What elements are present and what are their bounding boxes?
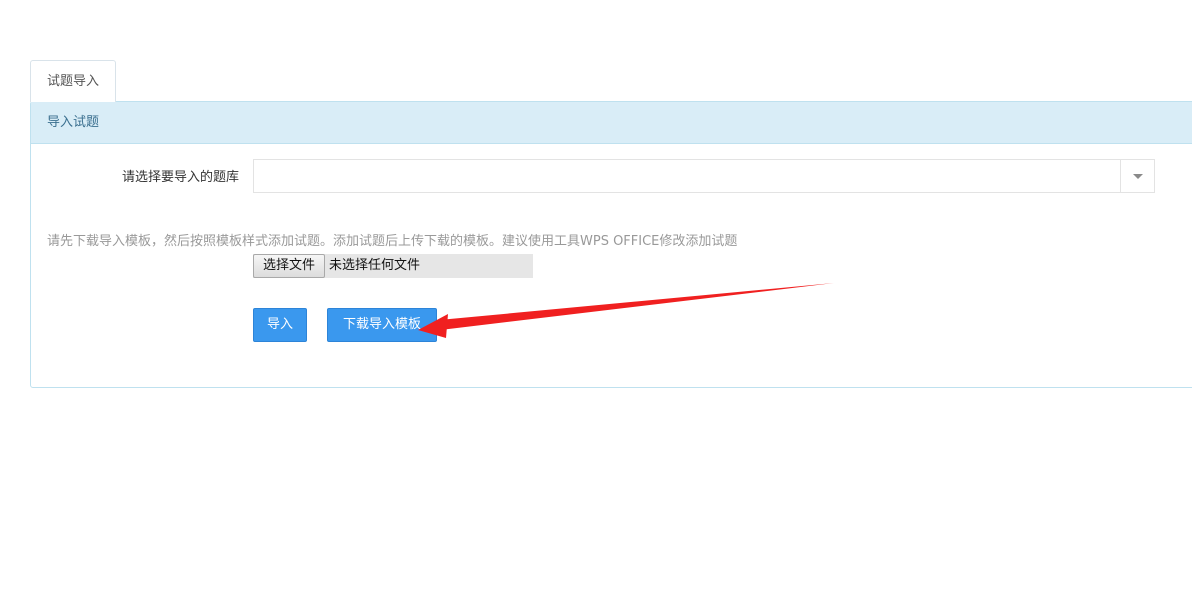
caret-down-icon[interactable] <box>1120 160 1154 192</box>
tab-question-import[interactable]: 试题导入 <box>30 60 116 102</box>
panel-heading: 导入试题 <box>31 102 1192 144</box>
import-button[interactable]: 导入 <box>253 308 307 342</box>
tab-bar: 试题导入 <box>30 60 1192 102</box>
import-hint-text: 请先下载导入模板，然后按照模板样式添加试题。添加试题后上传下载的模板。建议使用工… <box>47 234 738 249</box>
file-input[interactable]: 选择文件 未选择任何文件 <box>253 254 533 278</box>
question-bank-select[interactable] <box>253 159 1155 193</box>
choose-file-button[interactable]: 选择文件 <box>253 254 325 278</box>
download-template-button[interactable]: 下载导入模板 <box>327 308 437 342</box>
file-status-text: 未选择任何文件 <box>329 258 421 273</box>
page: 试题导入 导入试题 请选择要导入的题库 请先下载导入模板，然后按照模板样式添加试… <box>0 0 1192 612</box>
question-bank-label: 请选择要导入的题库 <box>121 170 239 185</box>
import-panel: 导入试题 请选择要导入的题库 请先下载导入模板，然后按照模板样式添加试题。添加试… <box>30 101 1192 388</box>
